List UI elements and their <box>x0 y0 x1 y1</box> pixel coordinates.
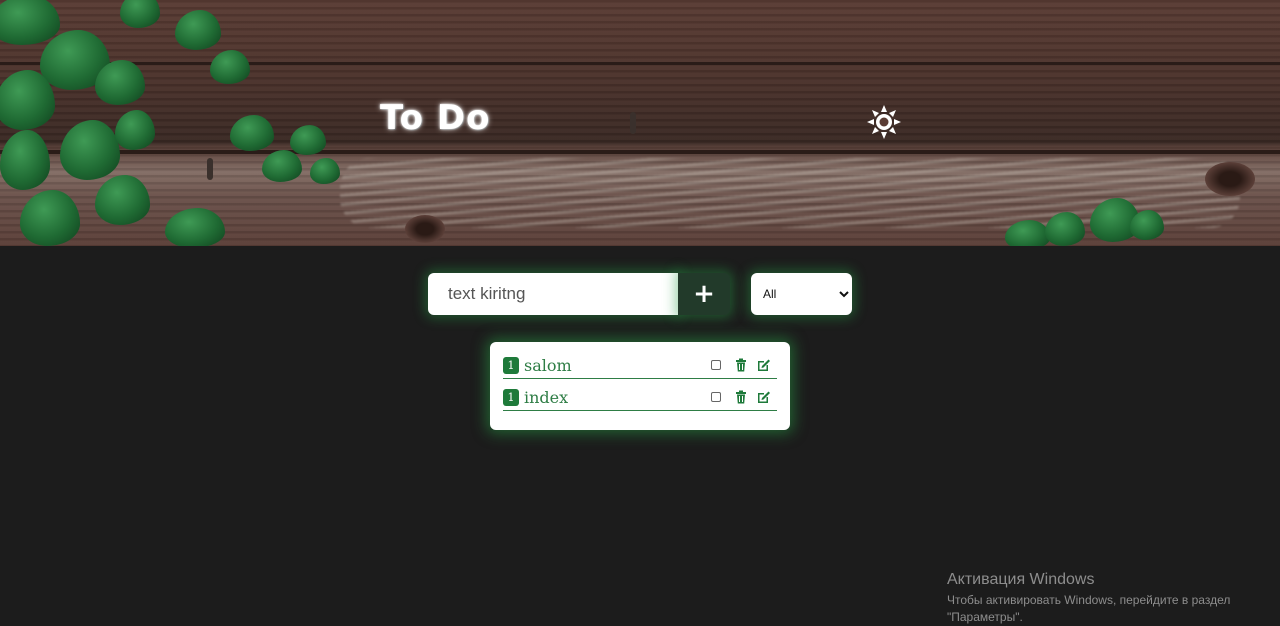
ivy-leaves-left <box>0 0 340 246</box>
trash-icon[interactable] <box>734 358 748 372</box>
todo-input[interactable] <box>428 273 678 315</box>
list-item: 1 index <box>503 384 777 411</box>
item-number: 1 <box>503 356 519 374</box>
item-text: index <box>524 387 569 407</box>
ivy-leaves-right <box>1000 190 1170 246</box>
filter-select[interactable]: All <box>751 273 852 315</box>
todo-list: 1 salom 1 index <box>490 342 790 430</box>
complete-checkbox[interactable] <box>711 360 721 370</box>
page-title: To Do <box>380 98 491 138</box>
item-number: 1 <box>503 388 519 406</box>
todo-form: + <box>428 273 730 315</box>
item-text: salom <box>524 355 572 375</box>
header-banner: To Do <box>0 0 1280 246</box>
sun-icon[interactable] <box>866 104 902 140</box>
edit-icon[interactable] <box>757 358 771 372</box>
trash-icon[interactable] <box>734 390 748 404</box>
add-button[interactable]: + <box>678 273 730 315</box>
edit-icon[interactable] <box>757 390 771 404</box>
wood-knot <box>1205 162 1255 196</box>
windows-activation-watermark: Активация Windows Чтобы активировать Win… <box>947 571 1247 626</box>
wood-knot <box>405 215 445 243</box>
complete-checkbox[interactable] <box>711 392 721 402</box>
watermark-title: Активация Windows <box>947 571 1095 588</box>
list-item: 1 salom <box>503 352 777 379</box>
watermark-subtitle: Чтобы активировать Windows, перейдите в … <box>947 593 1231 624</box>
nail <box>630 112 636 134</box>
